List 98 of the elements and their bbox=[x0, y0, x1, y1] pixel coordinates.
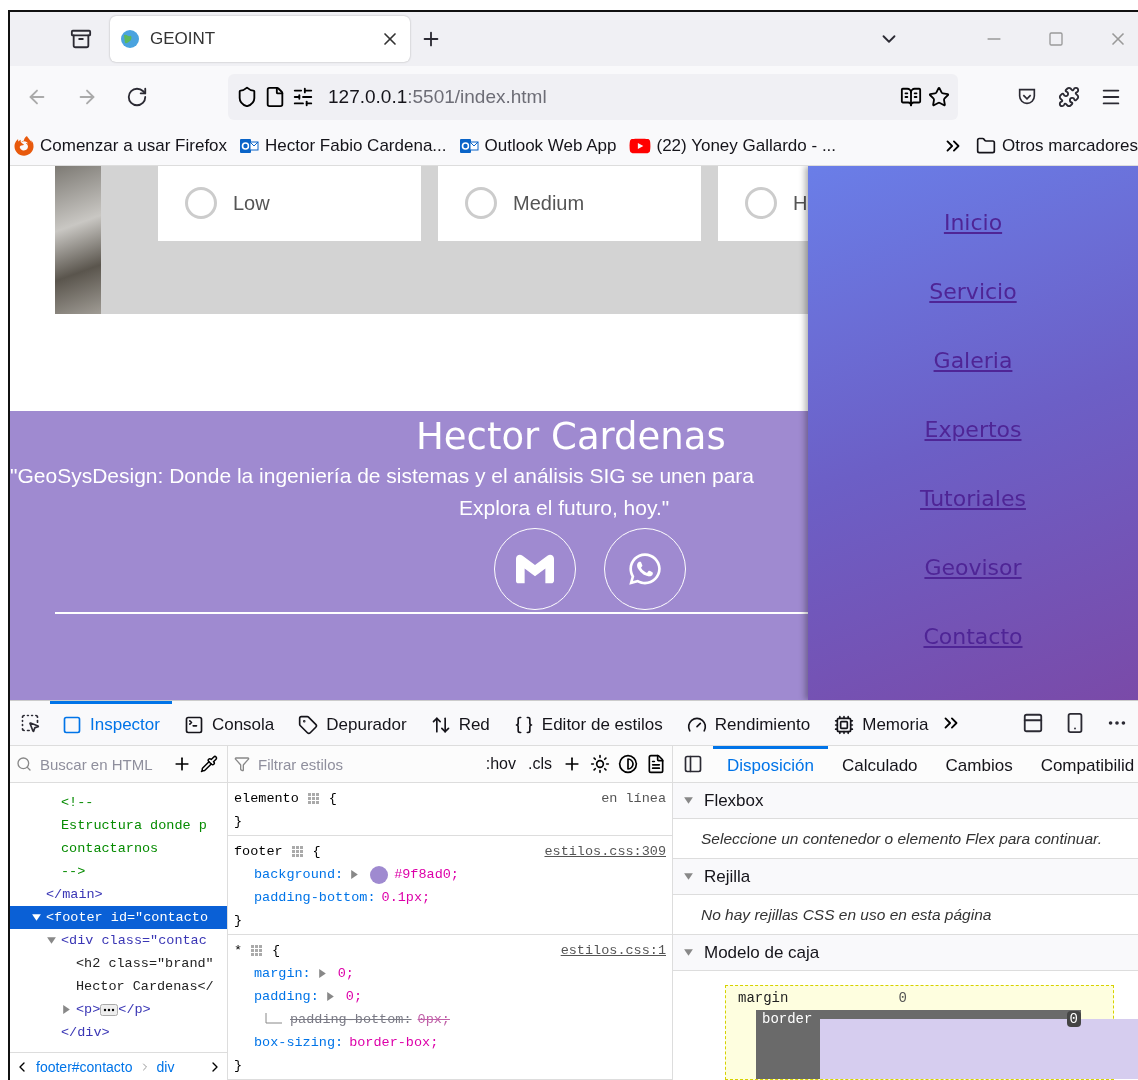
square-icon bbox=[62, 714, 82, 735]
bookmark[interactable]: Outlook Web App bbox=[458, 135, 617, 156]
tree-connector-icon bbox=[264, 1012, 284, 1027]
triangle-down-icon[interactable] bbox=[46, 935, 57, 946]
source-link[interactable]: estilos.css:309 bbox=[544, 840, 666, 863]
brace-text: { bbox=[272, 942, 281, 960]
option-label: Medium bbox=[513, 191, 585, 215]
braces-icon bbox=[513, 714, 534, 735]
radio-button[interactable] bbox=[745, 187, 777, 220]
reader-icon[interactable] bbox=[900, 85, 922, 108]
address-field[interactable]: 127.0.0.1:5501/index.html bbox=[228, 73, 958, 120]
box-value: 0 bbox=[1066, 1011, 1081, 1027]
box-label: margin bbox=[738, 990, 789, 1006]
tab-title: GEOINT bbox=[150, 29, 217, 50]
html-node[interactable]: <footer id="contacto bbox=[10, 906, 227, 929]
box-label: border bbox=[762, 1011, 813, 1027]
option-card[interactable]: Low bbox=[158, 165, 421, 241]
devtools-tab[interactable]: Rendimiento bbox=[674, 700, 823, 746]
css-declaration: padding: 0; bbox=[253, 988, 363, 1006]
css-declaration: background: #9f8ad0; bbox=[253, 864, 460, 886]
html-comment: <!-- Estructura donde p contactarnos --> bbox=[60, 794, 208, 881]
page-icon[interactable] bbox=[264, 85, 286, 108]
browser-tab[interactable]: GEOINT bbox=[110, 16, 410, 63]
globe-icon bbox=[120, 29, 140, 50]
quote-text: Explora el futuro, hoy." bbox=[459, 494, 671, 521]
terminal-icon bbox=[183, 714, 204, 735]
triangle-right-icon[interactable] bbox=[324, 991, 336, 1002]
devtools-tab[interactable]: Depurador bbox=[286, 700, 419, 746]
triangle-down-icon[interactable] bbox=[683, 947, 694, 958]
option-card[interactable]: Medium bbox=[438, 165, 701, 241]
breadcrumb[interactable]: footer#contacto bbox=[36, 1058, 133, 1075]
tag-icon bbox=[298, 714, 319, 735]
html-node[interactable]: </div> bbox=[10, 1021, 227, 1044]
section-header[interactable]: Modelo de caja bbox=[673, 935, 1138, 971]
chip-icon bbox=[834, 714, 855, 735]
option-label: Low bbox=[233, 191, 270, 215]
css-selector: * bbox=[234, 942, 243, 960]
print-icon[interactable] bbox=[646, 754, 666, 774]
filter-icon bbox=[234, 756, 250, 772]
bookmark[interactable]: Comenzar a usar Firefox bbox=[14, 135, 228, 156]
ellipsis-icon[interactable] bbox=[100, 1003, 119, 1016]
radio-button[interactable] bbox=[465, 187, 497, 220]
brace-text: } bbox=[234, 813, 244, 831]
devtools-tab[interactable]: Editor de estilos bbox=[501, 700, 675, 746]
box-value: 0 bbox=[898, 990, 907, 1006]
search-icon bbox=[16, 756, 32, 772]
css-selector: elemento bbox=[234, 790, 299, 808]
eyedropper-icon[interactable] bbox=[200, 755, 218, 773]
devtools-tab[interactable]: Red bbox=[418, 700, 502, 746]
triangle-right-icon[interactable] bbox=[61, 1004, 72, 1015]
folder-icon bbox=[975, 135, 996, 156]
whatsapp-icon bbox=[627, 550, 663, 587]
brace-text: { bbox=[328, 790, 337, 808]
html-node[interactable]: <h2 class="brand" Hector Cardenas</ bbox=[10, 952, 227, 998]
css-declaration: padding-bottom: 0px; bbox=[234, 1008, 666, 1031]
option-label: H bbox=[793, 191, 808, 215]
sun-icon[interactable] bbox=[590, 754, 610, 774]
section-header[interactable]: Flexbox bbox=[673, 783, 1138, 819]
inline-label: en línea bbox=[601, 790, 666, 808]
toggle-button[interactable]: .cls bbox=[526, 755, 554, 773]
bookmark[interactable]: (22) Yoney Gallardo - ... bbox=[628, 134, 837, 157]
html-node[interactable]: <div class="contac bbox=[10, 929, 227, 952]
quote-text: "GeoSysDesign: Donde la ingeniería de sistemas y el análisis SIG se unen para bbox=[10, 462, 756, 489]
sidebar-tab[interactable]: Cambios bbox=[931, 745, 1027, 783]
brace-text: } bbox=[234, 1057, 244, 1075]
html-node[interactable]: </main> bbox=[10, 883, 227, 906]
radio-button[interactable] bbox=[185, 187, 217, 220]
triangle-right-icon[interactable] bbox=[349, 869, 361, 880]
triangle-down-icon[interactable] bbox=[683, 795, 694, 806]
option-card[interactable]: H bbox=[718, 165, 808, 241]
footer-title: Hector Cardenas bbox=[416, 414, 727, 458]
breadcrumb[interactable]: div bbox=[156, 1058, 175, 1075]
brace-text: } bbox=[234, 912, 244, 930]
css-declaration: padding-bottom: 0.1px; bbox=[253, 889, 432, 907]
sidebar-tab[interactable]: Compatibilid bbox=[1026, 745, 1138, 783]
sliders-icon[interactable] bbox=[292, 85, 314, 108]
html-node[interactable]: <p> </p> bbox=[10, 998, 227, 1021]
triangle-down-icon[interactable] bbox=[683, 871, 694, 882]
shield-icon[interactable] bbox=[236, 85, 258, 108]
source-link[interactable]: estilos.css:1 bbox=[560, 939, 666, 962]
toggle-button[interactable]: :hov bbox=[483, 755, 518, 773]
section-header[interactable]: Rejilla bbox=[673, 859, 1138, 895]
star-icon[interactable] bbox=[928, 85, 950, 108]
contrast-icon[interactable] bbox=[618, 754, 638, 774]
brace-text: { bbox=[312, 843, 321, 861]
bookmark-folder[interactable]: Otros marcadores bbox=[975, 135, 1138, 156]
devtools-tab[interactable]: Memoria bbox=[822, 700, 941, 746]
css-selector: footer bbox=[234, 843, 283, 861]
triangle-down-icon[interactable] bbox=[31, 912, 42, 923]
bookmark[interactable]: Hector Fabio Cardena... bbox=[239, 135, 447, 156]
css-declaration: box-sizing: border-box; bbox=[253, 1034, 440, 1052]
sidebar-tab[interactable]: Calculado bbox=[827, 745, 932, 783]
devtools-tab[interactable]: Consola bbox=[171, 700, 287, 746]
filter-field[interactable]: Filtrar estilos bbox=[258, 755, 428, 773]
firefox-icon bbox=[14, 135, 34, 156]
css-declaration: margin: 0; bbox=[253, 965, 355, 983]
search-field[interactable]: Buscar en HTML bbox=[40, 755, 164, 773]
triangle-right-icon[interactable] bbox=[316, 968, 328, 979]
